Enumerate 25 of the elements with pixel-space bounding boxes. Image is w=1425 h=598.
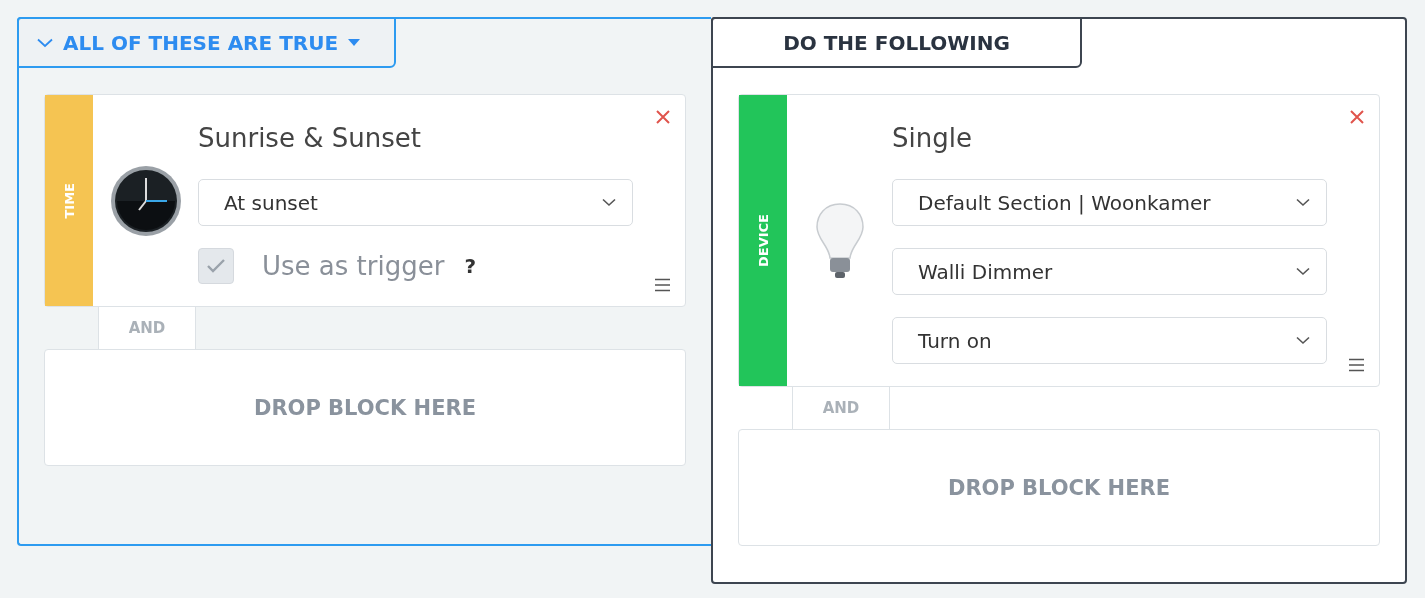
category-label: TIME bbox=[61, 182, 77, 219]
checkmark-icon bbox=[206, 258, 226, 274]
checkbox-label: Use as trigger bbox=[262, 251, 445, 281]
chevron-down-icon bbox=[1296, 198, 1310, 207]
light-bulb-icon bbox=[814, 201, 865, 280]
close-icon[interactable] bbox=[1349, 109, 1365, 125]
menu-icon[interactable] bbox=[1349, 358, 1364, 372]
chevron-down-icon bbox=[1296, 267, 1310, 276]
dropdown[interactable]: At sunset bbox=[198, 179, 633, 226]
chevron-down-icon bbox=[1296, 336, 1310, 345]
chevron-down-icon bbox=[602, 198, 616, 207]
help-link[interactable]: ? bbox=[464, 254, 476, 278]
panel-header: DO THE FOLLOWING bbox=[711, 17, 1082, 68]
menu-icon[interactable] bbox=[655, 278, 670, 292]
dropdown[interactable]: Default Section | Woonkamer bbox=[892, 179, 1327, 226]
dropdown[interactable]: Turn on bbox=[892, 317, 1327, 364]
caret-icon bbox=[348, 39, 361, 46]
close-icon[interactable] bbox=[655, 109, 671, 125]
block-title: Sunrise & Sunset bbox=[198, 123, 422, 153]
and-connector: AND bbox=[792, 387, 890, 429]
category-label: DEVICE bbox=[755, 214, 771, 267]
block-title: Single bbox=[892, 123, 973, 153]
clock-icon bbox=[108, 163, 183, 238]
dropdown[interactable]: Walli Dimmer bbox=[892, 248, 1327, 295]
and-connector: AND bbox=[98, 307, 196, 349]
